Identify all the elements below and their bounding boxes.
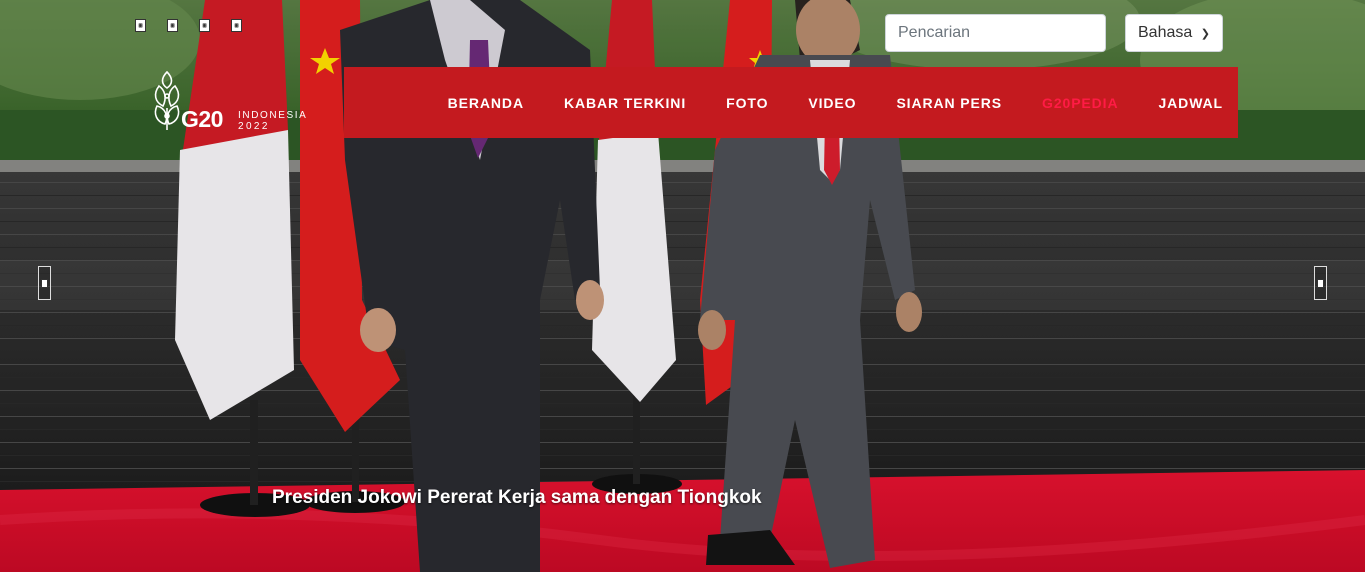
nav-item-jadwal[interactable]: JADWAL <box>1158 95 1223 111</box>
social-icon-1[interactable]: ▦ <box>135 19 146 32</box>
main-navbar: BERANDA KABAR TERKINI FOTO VIDEO SIARAN … <box>344 67 1238 138</box>
search-input[interactable] <box>885 14 1106 52</box>
carousel-prev-button[interactable] <box>38 266 51 300</box>
next-arrow-icon <box>1317 278 1324 288</box>
nav-item-kabar-terkini[interactable]: KABAR TERKINI <box>564 95 686 111</box>
social-icon-4[interactable]: ▦ <box>231 19 242 32</box>
logo-wordmark: G20 <box>181 106 223 132</box>
language-selected-label: Bahasa <box>1138 24 1193 41</box>
social-icon-2[interactable]: ▦ <box>167 19 178 32</box>
nav-item-video[interactable]: VIDEO <box>808 95 856 111</box>
carousel-next-button[interactable] <box>1314 266 1327 300</box>
nav-item-siaran-pers[interactable]: SIARAN PERS <box>896 95 1002 111</box>
chevron-down-icon: ❯ <box>1200 27 1210 40</box>
nav-item-g20pedia[interactable]: G20PEDIA <box>1042 95 1118 111</box>
prev-arrow-icon <box>41 278 48 288</box>
logo-country: INDONESIA <box>238 110 308 121</box>
logo-year: 2022 <box>238 121 270 132</box>
hero-caption[interactable]: Presiden Jokowi Pererat Kerja sama denga… <box>272 487 762 509</box>
nav-item-foto[interactable]: FOTO <box>726 95 768 111</box>
nav-item-beranda[interactable]: BERANDA <box>448 95 524 111</box>
top-icon-row: ▦ ▦ ▦ ▦ <box>135 19 242 32</box>
social-icon-3[interactable]: ▦ <box>199 19 210 32</box>
language-select[interactable]: Bahasa ❯ <box>1125 14 1223 52</box>
